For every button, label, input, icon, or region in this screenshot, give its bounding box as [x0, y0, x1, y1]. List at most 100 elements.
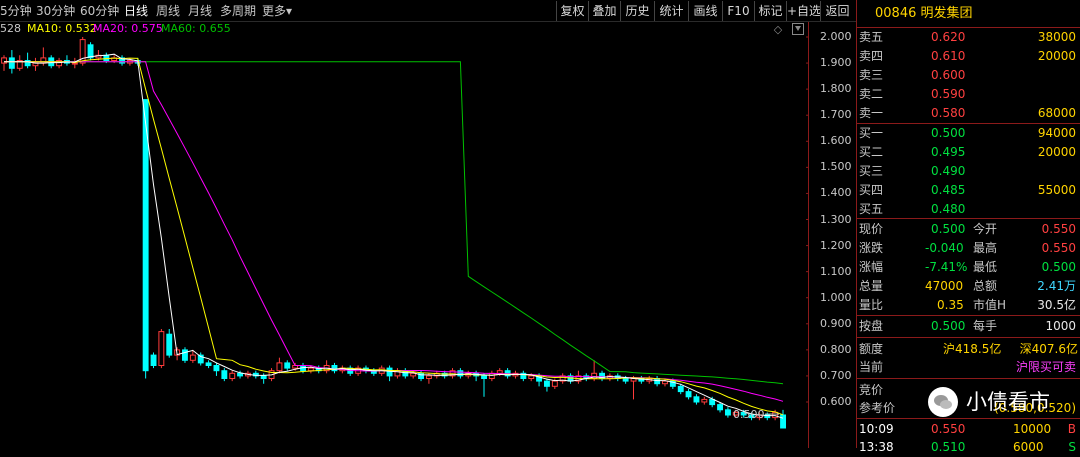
- ma10-line: [4, 57, 784, 416]
- market-cap: 30.5亿: [1037, 298, 1076, 312]
- axis-tick-label: 1.500: [820, 160, 852, 174]
- ask-volume: 20000: [1037, 49, 1076, 63]
- candle: [276, 357, 283, 374]
- high-price: 0.550: [1041, 241, 1076, 255]
- candle: [24, 52, 31, 69]
- candle: [780, 409, 786, 429]
- stats-row: 量比 0.35 市值H 30.5亿: [857, 296, 1080, 315]
- stat-label: 今开: [973, 222, 998, 236]
- candle: [142, 99, 149, 379]
- stock-code-name[interactable]: 00846 明发集团: [875, 6, 973, 22]
- auction-label: 竞价: [859, 383, 884, 397]
- bid-label: 买四: [859, 183, 884, 197]
- ma20-line: [4, 61, 784, 402]
- candle: [205, 360, 212, 369]
- candle: [559, 373, 566, 384]
- bid-row[interactable]: 买四 0.485 55000: [857, 181, 1080, 200]
- axis-tick-label: 2.000: [820, 30, 852, 43]
- stat-label: 涨幅: [859, 260, 884, 274]
- divider: [857, 315, 1080, 316]
- stat-label: 涨跌: [859, 241, 884, 255]
- divider: [857, 378, 1080, 379]
- bid-price: 0.485: [931, 183, 966, 197]
- bid-price: 0.500: [931, 126, 966, 140]
- volume-ratio: 0.35: [937, 298, 964, 312]
- bid-volume: 55000: [1037, 183, 1076, 197]
- lot-label: 每手: [973, 319, 998, 333]
- bid-row[interactable]: 买二 0.495 20000: [857, 143, 1080, 162]
- axis-tick-label: 1.000: [820, 290, 852, 304]
- tick-vol: 10000: [1013, 422, 1052, 436]
- stat-label: 最低: [973, 260, 998, 274]
- stats-row: 涨幅 -7.41% 最低 0.500: [857, 258, 1080, 277]
- candle: [213, 362, 220, 376]
- candle: [182, 347, 188, 363]
- candle: [457, 368, 464, 379]
- stat-label: 现价: [859, 222, 884, 236]
- candle: [481, 373, 488, 397]
- divider: [857, 218, 1080, 219]
- quota-sh: 沪418.5亿: [943, 342, 1002, 356]
- tick-side: B: [1067, 422, 1076, 436]
- quote-panel: 00846 明发集团 卖五 0.620 38000 卖四 0.610 20000 卖三 0.6…: [857, 0, 1080, 454]
- low-price-marker: 0.500: [733, 408, 765, 421]
- ask-row[interactable]: 卖四 0.610 20000: [857, 47, 1080, 66]
- bid-row[interactable]: 买三 0.490: [857, 162, 1080, 181]
- bid-price: 0.480: [931, 202, 966, 216]
- bid-row[interactable]: 买五 0.480: [857, 200, 1080, 219]
- bid-label: 买二: [859, 145, 884, 159]
- auction-ref-label: 参考价: [859, 401, 896, 415]
- candle: [394, 368, 401, 379]
- candle: [197, 352, 204, 366]
- price-change: -0.040: [925, 241, 964, 255]
- candle: [654, 375, 661, 387]
- candle: [331, 362, 338, 374]
- candle: [166, 329, 173, 358]
- candle: [725, 407, 731, 418]
- candle: [252, 370, 259, 379]
- candle: [488, 370, 495, 382]
- axis-tick-label: 1.700: [820, 108, 852, 122]
- ma60-line: [4, 61, 784, 385]
- stat-label: 总额: [973, 279, 998, 293]
- quota-label: 额度: [859, 342, 884, 356]
- open-price: 0.550: [1041, 222, 1076, 236]
- ask-row[interactable]: 卖三 0.600: [857, 66, 1080, 85]
- stat-label: 最高: [973, 241, 998, 255]
- candle: [229, 370, 236, 382]
- ask-price: 0.580: [931, 106, 966, 120]
- ask-price: 0.620: [931, 30, 966, 44]
- bid-label: 买三: [859, 164, 884, 178]
- bid-row[interactable]: 买一 0.500 94000: [857, 124, 1080, 143]
- ma5-line: [4, 53, 784, 419]
- ask-label: 卖四: [859, 49, 884, 63]
- stats-row: 现价 0.500 今开 0.550: [857, 220, 1080, 239]
- tick-row: 10:09 0.550 10000 B: [857, 420, 1080, 439]
- candle: [284, 360, 291, 371]
- candle: [591, 360, 598, 382]
- now-price: 0.500: [931, 222, 966, 236]
- ask-row[interactable]: 卖一 0.580 68000: [857, 104, 1080, 123]
- ask-label: 卖一: [859, 106, 884, 120]
- watermark-text: 小债看市: [966, 390, 1050, 414]
- axis-tick-label: 1.300: [820, 212, 852, 226]
- total-volume: 47000: [925, 279, 964, 293]
- candle: [64, 55, 70, 66]
- candle: [32, 57, 39, 71]
- candlestick-chart[interactable]: 0.500: [0, 0, 808, 448]
- candle: [150, 352, 157, 369]
- candle: [630, 375, 637, 400]
- ask-row[interactable]: 卖二 0.590: [857, 85, 1080, 104]
- ask-volume: 38000: [1037, 30, 1076, 44]
- total-amount: 2.41万: [1037, 279, 1076, 293]
- stat-label: 总量: [859, 279, 884, 293]
- candle: [433, 370, 440, 379]
- ask-label: 卖二: [859, 87, 884, 101]
- candle: [1, 55, 8, 71]
- candle: [575, 370, 582, 384]
- ask-row[interactable]: 卖五 0.620 38000: [857, 28, 1080, 47]
- candle: [119, 55, 125, 66]
- candle: [158, 329, 165, 369]
- toolbar-button-8[interactable]: 返回: [820, 1, 854, 21]
- quota-sz: 深407.6亿: [1019, 342, 1078, 356]
